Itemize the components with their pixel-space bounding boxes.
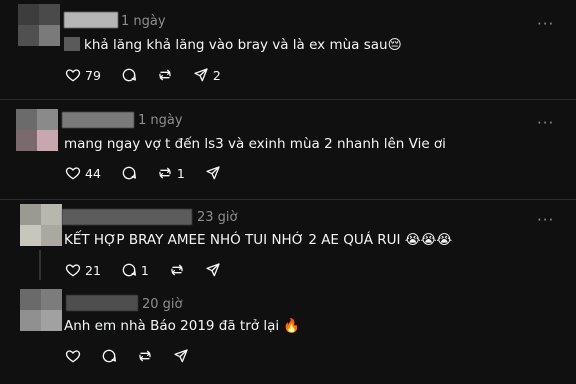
like-button[interactable] bbox=[65, 348, 81, 364]
reply-button[interactable]: 1 bbox=[121, 262, 149, 278]
reply-button[interactable] bbox=[121, 67, 137, 83]
mention-blurred bbox=[64, 37, 80, 51]
like-count: 79 bbox=[85, 67, 101, 83]
action-bar bbox=[65, 347, 209, 365]
reply-button[interactable] bbox=[121, 165, 137, 181]
avatar[interactable] bbox=[20, 289, 62, 331]
repost-count: 1 bbox=[176, 165, 185, 181]
heart-icon bbox=[65, 165, 81, 181]
comment-4: 20 giờ Anh em nhà Báo 2019 đã trở lại 🔥 bbox=[0, 284, 576, 384]
comment-icon bbox=[121, 165, 137, 181]
username-blurred[interactable] bbox=[62, 209, 192, 225]
share-count: 2 bbox=[212, 67, 221, 83]
username-blurred[interactable] bbox=[66, 295, 138, 311]
avatar[interactable] bbox=[20, 204, 62, 246]
comment-2: 1 ngày ··· mang ngay vợ t đến ls3 và exi… bbox=[0, 100, 576, 200]
comment-3: 23 giờ ··· KẾT HỢP BRAY AMEE NHÓ TUI NHỚ… bbox=[0, 200, 576, 284]
comment-text: KẾT HỢP BRAY AMEE NHÓ TUI NHỚ 2 AE QUÁ R… bbox=[64, 232, 453, 248]
comment-icon bbox=[101, 348, 117, 364]
like-button[interactable]: 44 bbox=[65, 165, 101, 181]
repost-icon bbox=[169, 262, 185, 278]
action-bar: 44 1 bbox=[65, 164, 241, 182]
repost-button[interactable]: 1 bbox=[157, 165, 185, 181]
more-icon[interactable]: ··· bbox=[537, 213, 554, 228]
share-icon bbox=[193, 67, 209, 83]
more-icon[interactable]: ··· bbox=[537, 17, 554, 32]
like-button[interactable]: 21 bbox=[65, 262, 101, 278]
action-bar: 79 2 bbox=[65, 66, 241, 84]
share-button[interactable] bbox=[205, 165, 221, 181]
heart-icon bbox=[65, 262, 81, 278]
comment-text: Anh em nhà Báo 2019 đã trở lại 🔥 bbox=[64, 318, 301, 334]
thread-line bbox=[39, 250, 41, 280]
repost-button[interactable] bbox=[169, 262, 185, 278]
share-button[interactable] bbox=[173, 348, 189, 364]
like-count: 44 bbox=[85, 165, 101, 181]
repost-icon bbox=[157, 67, 173, 83]
share-icon bbox=[205, 165, 221, 181]
heart-icon bbox=[65, 348, 81, 364]
comment-icon bbox=[121, 262, 137, 278]
repost-button[interactable] bbox=[157, 67, 173, 83]
comment-icon bbox=[121, 67, 137, 83]
heart-icon bbox=[65, 67, 81, 83]
avatar[interactable] bbox=[18, 4, 60, 46]
avatar[interactable] bbox=[16, 109, 58, 151]
username-blurred[interactable] bbox=[64, 12, 118, 28]
share-button[interactable]: 2 bbox=[193, 67, 221, 83]
comment-1: 1 ngày ··· khả lăng khả lăng vào bray và… bbox=[0, 0, 576, 100]
share-button[interactable] bbox=[205, 262, 221, 278]
repost-button[interactable] bbox=[137, 348, 153, 364]
more-icon[interactable]: ··· bbox=[537, 116, 554, 131]
action-bar: 21 1 bbox=[65, 261, 241, 279]
timestamp: 1 ngày bbox=[121, 14, 166, 29]
repost-icon bbox=[137, 348, 153, 364]
username-blurred[interactable] bbox=[62, 112, 134, 128]
reply-count: 1 bbox=[140, 262, 149, 278]
timestamp: 20 giờ bbox=[142, 297, 183, 312]
repost-icon bbox=[157, 165, 173, 181]
share-icon bbox=[205, 262, 221, 278]
timestamp: 23 giờ bbox=[197, 210, 238, 225]
comment-text: khả lăng khả lăng vào bray và là ex mùa … bbox=[64, 37, 402, 53]
like-button[interactable]: 79 bbox=[65, 67, 101, 83]
share-icon bbox=[173, 348, 189, 364]
reply-button[interactable] bbox=[101, 348, 117, 364]
comment-text: mang ngay vợ t đến ls3 và exinh mùa 2 nh… bbox=[64, 136, 446, 152]
like-count: 21 bbox=[85, 262, 101, 278]
timestamp: 1 ngày bbox=[138, 113, 183, 128]
